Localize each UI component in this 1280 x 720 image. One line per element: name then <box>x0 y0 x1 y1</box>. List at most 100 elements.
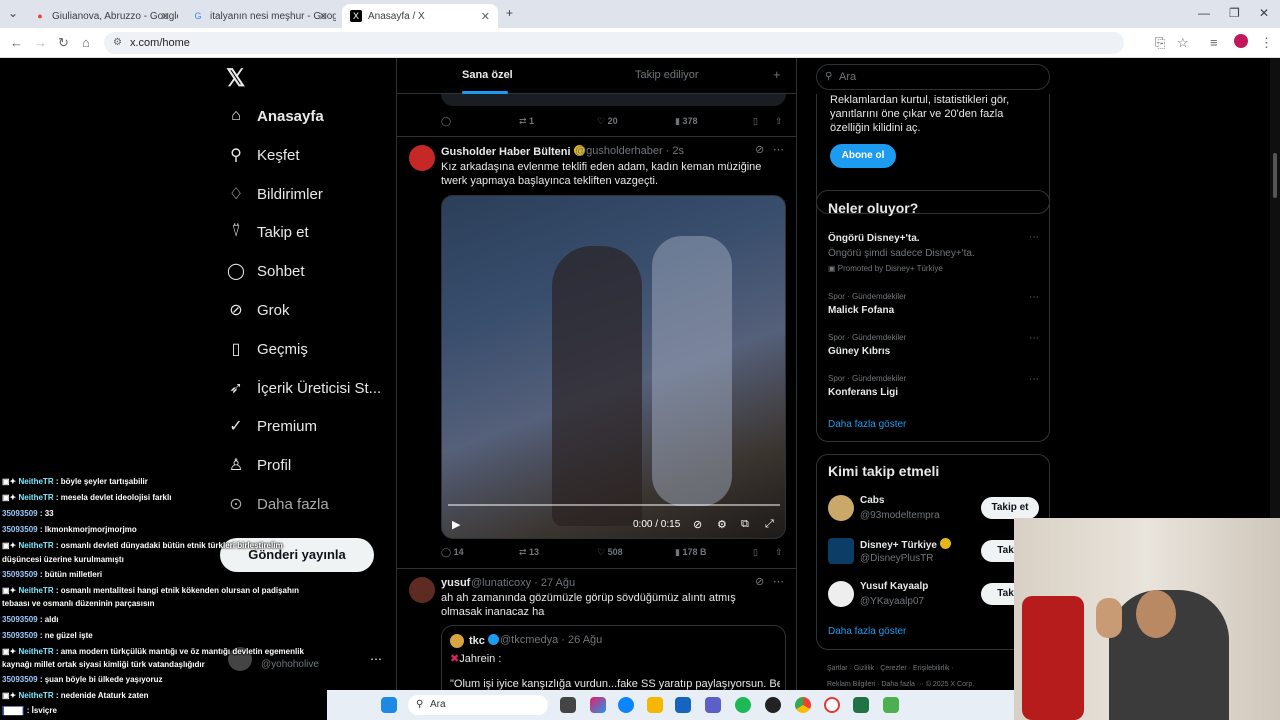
tweet-handle[interactable]: @lunaticoxy · 27 Ağu <box>471 577 575 589</box>
tweet-video[interactable]: ▶ 0:00 / 0:15 ⊘ ⚙ ⧉ ⤢ <box>441 195 786 539</box>
site-info-icon[interactable]: ⚙ <box>113 32 122 54</box>
avatar[interactable] <box>828 538 854 564</box>
new-tab-icon[interactable]: + <box>506 6 513 20</box>
install-icon[interactable]: ⎘ <box>1155 35 1165 51</box>
close-icon[interactable]: ✕ <box>481 10 490 23</box>
minimize-icon[interactable]: — <box>1198 6 1210 20</box>
edge-icon[interactable] <box>618 697 634 713</box>
retweet-icon[interactable]: ⇄ 13 <box>519 547 539 558</box>
trend-promoted-title[interactable]: Öngörü Disney+'ta. <box>828 233 920 244</box>
browser-tab-1[interactable]: ● Giulianova, Abruzzo - Google H ✕ <box>26 4 178 28</box>
avatar[interactable] <box>409 145 435 171</box>
reading-list-icon[interactable]: ≡ <box>1210 35 1218 50</box>
bookmark-icon[interactable]: ▯ <box>753 116 758 127</box>
teams-icon[interactable] <box>705 697 721 713</box>
browser-tab-3[interactable]: X Anasayfa / X ✕ <box>342 4 498 28</box>
x-logo-icon[interactable]: 𝕏 <box>226 64 245 93</box>
like-icon[interactable]: ♡ 508 <box>597 547 623 558</box>
show-more-link[interactable]: Daha fazla göster <box>828 419 906 430</box>
tab-for-you[interactable]: Sana özel <box>462 69 513 81</box>
opera-icon[interactable] <box>824 697 840 713</box>
more-icon[interactable]: ⋯ <box>1029 374 1039 385</box>
add-tab-icon[interactable]: + <box>773 67 781 82</box>
grok-icon[interactable]: ⊘ <box>755 143 764 156</box>
close-icon[interactable]: ✕ <box>161 10 170 23</box>
more-icon[interactable]: ⋯ <box>1029 232 1039 243</box>
copilot-icon[interactable] <box>590 697 606 713</box>
scroll-thumb[interactable] <box>1273 153 1277 198</box>
chrome-icon[interactable] <box>795 697 811 713</box>
trend-name[interactable]: Güney Kıbrıs <box>828 346 890 357</box>
close-icon[interactable]: ✕ <box>319 10 328 23</box>
pip-icon[interactable]: ⧉ <box>741 518 749 531</box>
sidebar-item-chat[interactable]: ◯ Sohbet <box>226 256 305 286</box>
sidebar-item-follow[interactable]: ⍢ Takip et <box>226 217 309 247</box>
home-icon[interactable]: ⌂ <box>82 35 90 50</box>
back-icon[interactable]: ← <box>10 35 23 50</box>
outlook-icon[interactable] <box>675 697 691 713</box>
more-icon[interactable]: ⋯ <box>773 575 784 588</box>
obs-icon[interactable] <box>765 697 781 713</box>
bookmark-icon[interactable]: ▯ <box>753 547 758 558</box>
fullscreen-icon[interactable]: ⤢ <box>765 518 774 531</box>
suggested-name[interactable]: Cabs <box>860 495 884 506</box>
minecraft-icon[interactable] <box>883 697 899 713</box>
reply-icon[interactable]: ◯ 14 <box>441 547 464 558</box>
sidebar-item-explore[interactable]: ⚲ Keşfet <box>226 140 299 170</box>
author-name[interactable]: yusuf <box>441 577 470 589</box>
tab-following[interactable]: Takip ediliyor <box>635 69 699 81</box>
tweet-handle[interactable]: @gusholderhaber · 2s <box>575 145 684 157</box>
views-icon[interactable]: ▮ 178 B <box>675 547 706 558</box>
reply-icon[interactable]: ◯ <box>441 116 451 127</box>
close-window-icon[interactable]: ✕ <box>1259 6 1269 20</box>
sidebar-item-bookmarks[interactable]: ▯ Geçmiş <box>226 334 308 364</box>
search-input[interactable]: ⚲ Ara <box>816 64 1050 90</box>
grok-icon[interactable]: ⊘ <box>755 575 764 588</box>
views-icon[interactable]: ▮ 378 <box>675 116 697 127</box>
spotify-icon[interactable] <box>735 697 751 713</box>
like-icon[interactable]: ♡ 20 <box>597 116 618 127</box>
settings-icon[interactable]: ⚙ <box>717 518 727 531</box>
browser-tab-2[interactable]: G italyanın nesi meşhur - Google ✕ <box>184 4 336 28</box>
show-more-link[interactable]: Daha fazla göster <box>828 626 906 637</box>
sidebar-item-notifications[interactable]: ♢ Bildirimler <box>226 179 323 209</box>
maximize-icon[interactable]: ❐ <box>1229 6 1240 20</box>
follow-button[interactable]: Takip et <box>981 497 1039 519</box>
sidebar-item-grok[interactable]: ⊘ Grok <box>226 295 289 325</box>
mute-icon[interactable]: ⊘ <box>693 518 702 531</box>
account-more-icon[interactable]: ⋯ <box>370 652 382 666</box>
avatar[interactable] <box>409 577 435 603</box>
menu-icon[interactable]: ⋮ <box>1260 35 1273 51</box>
more-icon[interactable]: ⋯ <box>773 143 784 156</box>
sidebar-item-home[interactable]: ⌂ Anasayfa <box>226 101 324 131</box>
tweet[interactable]: Gusholder Haber Bülteni @gusholderhaber … <box>397 137 796 567</box>
start-icon[interactable] <box>381 697 397 713</box>
share-icon[interactable]: ⇧ <box>775 116 783 127</box>
forward-icon[interactable]: → <box>34 35 47 50</box>
taskbar-search[interactable]: ⚲ Ara <box>408 695 548 715</box>
play-icon[interactable]: ▶ <box>452 518 460 531</box>
excel-icon[interactable] <box>853 697 869 713</box>
trend-name[interactable]: Malick Fofana <box>828 305 894 316</box>
address-bar[interactable]: ⚙ x.com/home <box>104 32 1124 54</box>
video-progress[interactable] <box>448 504 780 506</box>
reload-icon[interactable]: ↻ <box>58 35 69 51</box>
footer-links[interactable]: Şartlar · Gizlilik · Çerezler · Erişileb… <box>827 665 954 672</box>
more-icon[interactable]: ⋯ <box>1029 333 1039 344</box>
sidebar-item-premium[interactable]: ✓ Premium <box>226 411 317 441</box>
share-icon[interactable]: ⇧ <box>775 547 783 558</box>
page-scrollbar[interactable] <box>1270 58 1280 518</box>
avatar[interactable] <box>828 495 854 521</box>
suggested-name[interactable]: Yusuf Kayaalp <box>860 581 928 592</box>
avatar[interactable] <box>828 581 854 607</box>
tweet-author[interactable]: Gusholder Haber Bülteni <box>441 145 585 158</box>
bookmark-star-icon[interactable]: ☆ <box>1177 35 1189 51</box>
file-explorer-icon[interactable] <box>647 697 663 713</box>
tab-list-icon[interactable]: ⌄ <box>8 6 18 20</box>
retweet-icon[interactable]: ⇄ 1 <box>519 116 534 127</box>
task-view-icon[interactable] <box>560 697 576 713</box>
profile-avatar-icon[interactable] <box>1234 34 1248 48</box>
sidebar-item-creator-studio[interactable]: ➶ İçerik Üreticisi St... <box>226 373 381 403</box>
more-icon[interactable]: ⋯ <box>1029 292 1039 303</box>
trend-name[interactable]: Konferans Ligi <box>828 387 898 398</box>
